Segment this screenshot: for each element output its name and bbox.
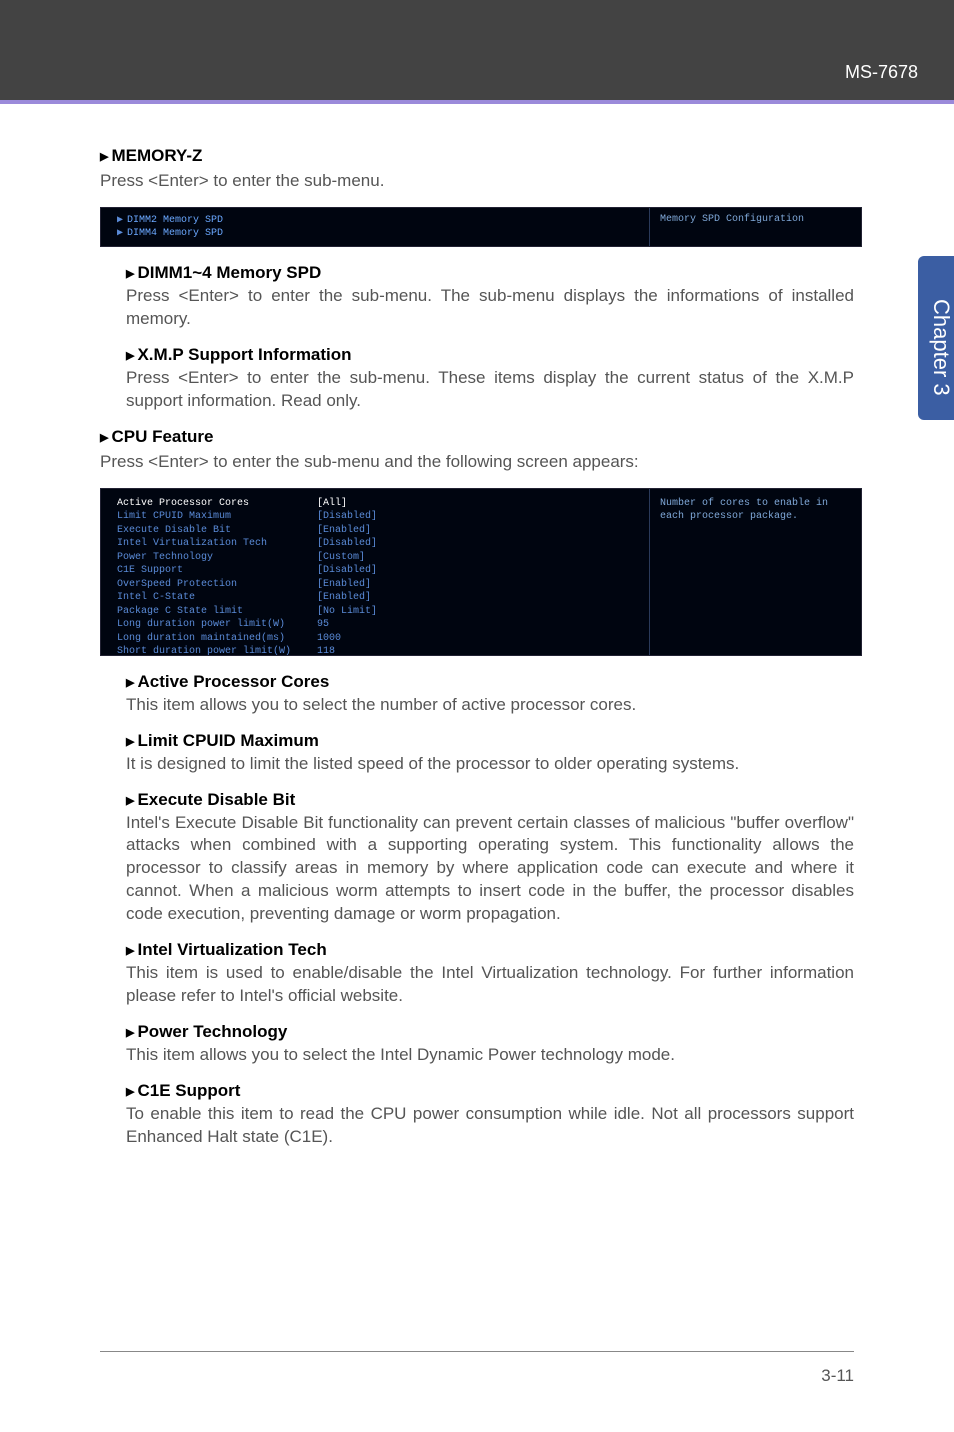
- memory-z-heading: ▶MEMORY-Z: [100, 146, 854, 166]
- bios-value: [Enabled]: [317, 524, 371, 538]
- limit-cpuid-body: It is designed to limit the listed speed…: [126, 753, 854, 776]
- dimm-spd-body: Press <Enter> to enter the sub-menu. The…: [126, 285, 854, 331]
- bios-help-panel: Number of cores to enable in each proces…: [649, 489, 861, 655]
- sub-title-text: Active Processor Cores: [137, 672, 329, 691]
- sub-title-text: DIMM1~4 Memory SPD: [137, 263, 321, 282]
- bios-label: Power Technology: [117, 551, 317, 565]
- bios-value: [Enabled]: [317, 578, 371, 592]
- c1e-body: To enable this item to read the CPU powe…: [126, 1103, 854, 1149]
- bios-value: [All]: [317, 497, 347, 511]
- page-content: ▶MEMORY-Z Press <Enter> to enter the sub…: [0, 104, 954, 1149]
- bios-row: Intel Virtualization Tech[Disabled]: [117, 537, 633, 551]
- bios-value: [Disabled]: [317, 537, 377, 551]
- triangle-icon: ▶: [100, 151, 108, 163]
- bios-left-panel: Active Processor Cores[All]Limit CPUID M…: [101, 489, 649, 655]
- bios-row: Limit CPUID Maximum[Disabled]: [117, 510, 633, 524]
- triangle-icon: ▶: [126, 1086, 134, 1098]
- bios-label: OverSpeed Protection: [117, 578, 317, 592]
- sub-title-text: Limit CPUID Maximum: [137, 731, 318, 750]
- triangle-icon: ▶: [126, 268, 134, 280]
- memory-z-intro: Press <Enter> to enter the sub-menu.: [100, 170, 854, 193]
- bios-row: Power Technology[Custom]: [117, 551, 633, 565]
- sub-title-text: Intel Virtualization Tech: [137, 940, 326, 959]
- bios-row: Active Processor Cores[All]: [117, 497, 633, 511]
- power-tech-heading: ▶Power Technology: [126, 1022, 854, 1042]
- bios-line: DIMM4 Memory SPD: [127, 228, 223, 239]
- sub-title-text: Power Technology: [137, 1022, 287, 1041]
- bios-row: Intel C-State[Enabled]: [117, 591, 633, 605]
- execute-disable-body: Intel's Execute Disable Bit functionalit…: [126, 812, 854, 927]
- page-footer: 3-11: [100, 1351, 854, 1386]
- execute-disable-heading: ▶Execute Disable Bit: [126, 790, 854, 810]
- dimm-spd-heading: ▶DIMM1~4 Memory SPD: [126, 263, 854, 283]
- memory-z-title: MEMORY-Z: [111, 146, 202, 165]
- bios-label: Active Processor Cores: [117, 497, 317, 511]
- bios-row: C1E Support[Disabled]: [117, 564, 633, 578]
- bios-help-text: Number of cores to enable in each proces…: [660, 497, 851, 523]
- chapter-tab: Chapter 3: [918, 256, 954, 420]
- intel-virt-heading: ▶Intel Virtualization Tech: [126, 940, 854, 960]
- bios-label: C1E Support: [117, 564, 317, 578]
- bios-value: 95: [317, 618, 329, 632]
- active-cores-heading: ▶Active Processor Cores: [126, 672, 854, 692]
- active-cores-body: This item allows you to select the numbe…: [126, 694, 854, 717]
- bios-label: Long duration power limit(W): [117, 618, 317, 632]
- bios-help-panel: Memory SPD Configuration: [649, 208, 861, 246]
- bios-row: Execute Disable Bit[Enabled]: [117, 524, 633, 538]
- bios-row: OverSpeed Protection[Enabled]: [117, 578, 633, 592]
- bios-row: Long duration maintained(ms)1000: [117, 632, 633, 646]
- bios-line: DIMM2 Memory SPD: [127, 215, 223, 226]
- bios-label: Long duration maintained(ms): [117, 632, 317, 646]
- triangle-icon: ▶: [117, 228, 123, 239]
- model-number: MS-7678: [845, 62, 918, 83]
- triangle-icon: ▶: [126, 795, 134, 807]
- bios-value: [No Limit]: [317, 605, 377, 619]
- cpu-feature-heading: ▶CPU Feature: [100, 427, 854, 447]
- header-band: MS-7678: [0, 0, 954, 100]
- power-tech-body: This item allows you to select the Intel…: [126, 1044, 854, 1067]
- bios-screenshot-cpu: Active Processor Cores[All]Limit CPUID M…: [100, 488, 862, 656]
- triangle-icon: ▶: [126, 677, 134, 689]
- xmp-body: Press <Enter> to enter the sub-menu. The…: [126, 367, 854, 413]
- triangle-icon: ▶: [126, 1027, 134, 1039]
- cpu-feature-title: CPU Feature: [111, 427, 213, 446]
- bios-label: Limit CPUID Maximum: [117, 510, 317, 524]
- xmp-heading: ▶X.M.P Support Information: [126, 345, 854, 365]
- bios-screenshot-memory: ▶ DIMM2 Memory SPD ▶ DIMM4 Memory SPD Memo…: [100, 207, 862, 247]
- limit-cpuid-heading: ▶Limit CPUID Maximum: [126, 731, 854, 751]
- bios-label: Intel C-State: [117, 591, 317, 605]
- intel-virt-body: This item is used to enable/disable the …: [126, 962, 854, 1008]
- bios-value: 118: [317, 645, 335, 659]
- bios-value: 1000: [317, 632, 341, 646]
- triangle-icon: ▶: [126, 350, 134, 362]
- sub-title-text: C1E Support: [137, 1081, 240, 1100]
- bios-label: Intel Virtualization Tech: [117, 537, 317, 551]
- bios-value: [Enabled]: [317, 591, 371, 605]
- triangle-icon: ▶: [126, 945, 134, 957]
- sub-title-text: X.M.P Support Information: [137, 345, 351, 364]
- page-number: 3-11: [821, 1366, 854, 1385]
- bios-row: Short duration power limit(W)118: [117, 645, 633, 659]
- bios-value: [Custom]: [317, 551, 365, 565]
- cpu-feature-intro: Press <Enter> to enter the sub-menu and …: [100, 451, 854, 474]
- bios-row: Long duration power limit(W)95: [117, 618, 633, 632]
- triangle-icon: ▶: [126, 736, 134, 748]
- triangle-icon: ▶: [100, 432, 108, 444]
- sub-title-text: Execute Disable Bit: [137, 790, 295, 809]
- bios-label: Package C State limit: [117, 605, 317, 619]
- bios-row: Package C State limit[No Limit]: [117, 605, 633, 619]
- c1e-heading: ▶C1E Support: [126, 1081, 854, 1101]
- bios-value: [Disabled]: [317, 564, 377, 578]
- triangle-icon: ▶: [117, 215, 123, 226]
- bios-left-panel: ▶ DIMM2 Memory SPD ▶ DIMM4 Memory SPD: [101, 208, 649, 246]
- bios-label: Execute Disable Bit: [117, 524, 317, 538]
- bios-value: [Disabled]: [317, 510, 377, 524]
- bios-label: Short duration power limit(W): [117, 645, 317, 659]
